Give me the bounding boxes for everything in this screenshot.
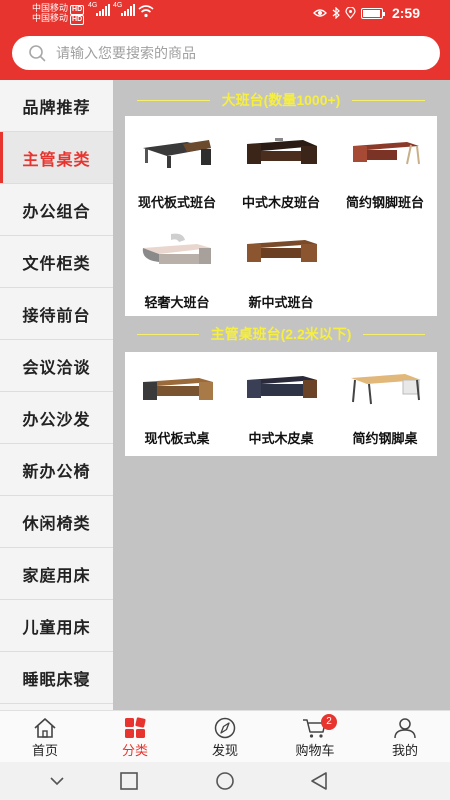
section-title-text: 主管桌班台(2.2米以下)	[210, 326, 352, 342]
bluetooth-icon	[332, 7, 340, 19]
carrier-2-name: 中国移动	[32, 13, 69, 23]
product-label: 现代板式桌	[144, 431, 210, 446]
product-chinese-veneer-small-desk[interactable]: 中式木皮桌	[229, 352, 333, 452]
tab-cart[interactable]: 2 购物车	[275, 711, 355, 763]
product-label: 简约钢脚班台	[345, 195, 424, 210]
system-navigation-bar	[0, 762, 450, 800]
product-modern-panel-desk[interactable]: 现代板式班台	[125, 116, 229, 216]
sidebar-item-label: 会议洽谈	[22, 359, 91, 377]
cart-badge: 2	[321, 714, 337, 730]
desk-image	[351, 374, 421, 405]
sidebar-item-manager-desks[interactable]: 主管桌类	[0, 132, 113, 184]
signal-2-icon	[121, 4, 135, 16]
product-modern-panel-small-desk[interactable]: 现代板式桌	[125, 352, 229, 452]
status-right-group: 2:59	[313, 4, 420, 22]
sidebar-item-meeting[interactable]: 会议洽谈	[0, 340, 113, 392]
eye-icon	[313, 9, 327, 17]
nav-home-icon[interactable]	[214, 771, 236, 791]
title-divider	[137, 99, 210, 101]
search-bar[interactable]: 请输入您要搜索的商品	[12, 36, 440, 70]
sidebar-item-label: 休闲椅类	[22, 515, 91, 533]
sidebar-item-office-sofa[interactable]: 办公沙发	[0, 392, 113, 444]
section-title-manager-desks: 主管桌班台(2.2米以下)	[125, 316, 437, 352]
sidebar-item-label: 接待前台	[22, 307, 91, 325]
title-divider	[363, 333, 426, 335]
product-steel-leg-desk[interactable]: 简约钢脚班台	[333, 116, 437, 216]
compass-icon	[214, 717, 236, 739]
product-label: 现代板式班台	[137, 195, 216, 210]
wifi-icon	[138, 5, 154, 18]
product-label: 中式木皮班台	[241, 195, 320, 210]
desk-image	[247, 240, 317, 262]
desk-image	[353, 142, 420, 165]
sidebar-item-brand-recommend[interactable]: 品牌推荐	[0, 80, 113, 132]
product-chinese-veneer-desk[interactable]: 中式木皮班台	[229, 116, 333, 216]
sidebar-item-label: 儿童用床	[22, 619, 91, 637]
category-content: 大班台(数量1000+) 现代板式班台 中式木皮班台 简约钢脚班台 轻奢大班台 …	[113, 80, 450, 710]
sidebar-item-label: 新办公椅	[22, 463, 91, 481]
title-divider	[352, 99, 425, 101]
product-neo-chinese-desk[interactable]: 新中式班台	[229, 216, 333, 316]
clock: 2:59	[391, 5, 420, 21]
location-icon	[345, 7, 356, 19]
tab-label: 购物车	[295, 743, 335, 758]
tab-profile[interactable]: 我的	[365, 711, 445, 763]
section-title-executive-desks: 大班台(数量1000+)	[125, 82, 437, 118]
sidebar-item-label: 睡眠床寝	[22, 671, 91, 689]
category-sidebar: 品牌推荐 主管桌类 办公组合 文件柜类 接待前台 会议洽谈 办公沙发 新办公椅 …	[0, 80, 113, 710]
desk-image	[247, 138, 317, 164]
tab-home[interactable]: 首页	[5, 711, 85, 763]
category-icon	[125, 717, 146, 738]
carrier-1-name: 中国移动	[32, 3, 69, 13]
product-label: 中式木皮桌	[248, 431, 314, 446]
nav-recents-icon[interactable]	[118, 771, 140, 791]
sidebar-item-file-cabinets[interactable]: 文件柜类	[0, 236, 113, 288]
tab-discover[interactable]: 发现	[185, 711, 265, 763]
product-label: 新中式班台	[248, 295, 314, 310]
signal-1-icon	[96, 4, 110, 16]
product-card-manager: 现代板式桌 中式木皮桌 简约钢脚桌	[125, 352, 437, 456]
sidebar-item-label: 家庭用床	[22, 567, 91, 585]
product-steel-leg-small-desk[interactable]: 简约钢脚桌	[333, 352, 437, 452]
home-icon	[34, 718, 56, 738]
nav-back-icon[interactable]	[308, 771, 330, 791]
carrier-2: 中国移动 HD	[32, 13, 85, 25]
sidebar-item-reception[interactable]: 接待前台	[0, 288, 113, 340]
desk-image	[247, 376, 317, 398]
sidebar-item-bedding[interactable]: 睡眠床寝	[0, 652, 113, 704]
battery-icon	[360, 7, 385, 19]
tab-label: 分类	[121, 743, 148, 758]
section-title-text: 大班台(数量1000+)	[221, 92, 341, 108]
sidebar-item-office-combo[interactable]: 办公组合	[0, 184, 113, 236]
user-icon	[394, 718, 416, 739]
search-icon	[29, 45, 46, 62]
tab-category[interactable]: 分类	[95, 711, 175, 763]
product-light-luxury-desk[interactable]: 轻奢大班台	[125, 216, 229, 316]
product-label: 简约钢脚桌	[352, 431, 418, 446]
product-label: 轻奢大班台	[144, 295, 210, 310]
sidebar-item-label: 品牌推荐	[22, 99, 91, 117]
app-header: 中国移动 HD 中国移动 HD 4G 4G 2:59 请输入您要搜索的商品	[0, 0, 450, 80]
sidebar-item-label: 主管桌类	[22, 151, 91, 169]
desk-image	[143, 378, 213, 400]
tab-label: 我的	[391, 743, 418, 758]
product-card-executive: 现代板式班台 中式木皮班台 简约钢脚班台 轻奢大班台 新中式班台	[125, 116, 437, 316]
tab-label: 首页	[31, 743, 58, 758]
sidebar-item-label: 办公组合	[22, 203, 91, 221]
desk-image	[142, 233, 211, 264]
hd-badge-2: HD	[70, 15, 85, 25]
sidebar-item-label: 文件柜类	[22, 255, 91, 273]
nav-collapse-icon[interactable]	[46, 771, 68, 791]
tab-label: 发现	[211, 743, 238, 758]
sidebar-item-home-beds[interactable]: 家庭用床	[0, 548, 113, 600]
title-divider	[137, 333, 199, 335]
desk-image	[143, 140, 211, 168]
sidebar-item-leisure-chairs[interactable]: 休闲椅类	[0, 496, 113, 548]
status-bar: 中国移动 HD 中国移动 HD 4G 4G 2:59	[0, 0, 450, 28]
sidebar-item-label: 办公沙发	[22, 411, 91, 429]
sidebar-item-office-chairs[interactable]: 新办公椅	[0, 444, 113, 496]
sidebar-item-kids-beds[interactable]: 儿童用床	[0, 600, 113, 652]
bottom-tab-bar: 首页 分类 发现 2 购物车 我的	[0, 710, 450, 762]
search-placeholder: 请输入您要搜索的商品	[56, 45, 196, 61]
